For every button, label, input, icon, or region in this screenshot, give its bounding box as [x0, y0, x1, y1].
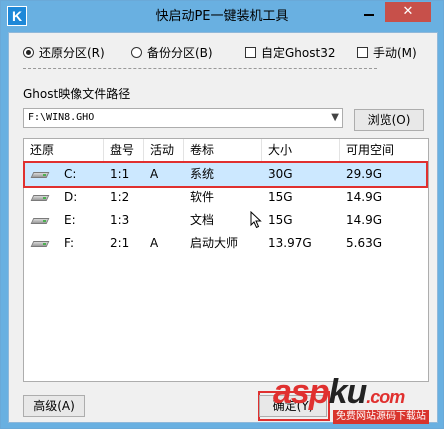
cell-free: 14.9G [346, 190, 383, 204]
main-panel: 还原分区(R) 备份分区(B) 自定Ghost32 手动(M) Ghost映像文… [8, 32, 438, 423]
cell-active: A [150, 236, 159, 250]
ghost-path-label: Ghost映像文件路径 [23, 87, 131, 101]
app-window: K 快启动PE一键装机工具 ✕ 还原分区(R) 备份分区(B) 自定Ghost3… [0, 0, 444, 429]
watermark-subtitle: 免费网站源码下载站 [333, 410, 429, 424]
cell-label: 启动大师 [190, 236, 239, 250]
checkbox-icon [245, 47, 256, 58]
cell-disk: 2:1 [110, 236, 130, 250]
ghost-path-combobox[interactable]: F:\WIN8.GHO ▼ [23, 108, 343, 128]
minimize-button[interactable] [355, 2, 383, 22]
watermark-logo: aspku.com 免费网站源码下载站 [273, 373, 441, 427]
table-row[interactable]: E: 1:3 文档 15G 14.9G [24, 209, 428, 232]
cell-free: 14.9G [346, 213, 383, 227]
table-header: 还原 盘号 活动 卷标 大小 可用空间 [24, 139, 428, 162]
manual-label: 手动(M) [373, 46, 417, 60]
partition-table: 还原 盘号 活动 卷标 大小 可用空间 C: 1:1 A 系统 30G 29.9… [23, 138, 429, 382]
drive-icon [32, 193, 48, 202]
column-header-free[interactable]: 可用空间 [340, 139, 428, 161]
cell-drive: E: [64, 213, 76, 227]
column-header-disk[interactable]: 盘号 [104, 139, 144, 161]
column-header-active[interactable]: 活动 [144, 139, 184, 161]
backup-label: 备份分区(B) [147, 46, 213, 60]
table-row[interactable]: F: 2:1 A 启动大师 13.97G 5.63G [24, 232, 428, 255]
cell-size: 15G [268, 213, 293, 227]
cell-size: 15G [268, 190, 293, 204]
column-header-label[interactable]: 卷标 [184, 139, 262, 161]
column-header-size[interactable]: 大小 [262, 139, 340, 161]
cell-label: 软件 [190, 190, 215, 204]
table-row[interactable]: C: 1:1 A 系统 30G 29.9G [24, 163, 428, 186]
table-row[interactable]: D: 1:2 软件 15G 14.9G [24, 186, 428, 209]
watermark-domain: .com [366, 387, 405, 407]
mouse-cursor-icon [250, 211, 262, 229]
drive-icon [32, 170, 48, 179]
cell-drive: F: [64, 236, 75, 250]
advanced-button[interactable]: 高级(A) [23, 395, 85, 417]
drive-icon [32, 239, 48, 248]
drive-icon [32, 216, 48, 225]
chevron-down-icon[interactable]: ▼ [331, 109, 339, 127]
column-header-restore[interactable]: 还原 [24, 139, 104, 161]
restore-label: 还原分区(R) [39, 46, 105, 60]
cell-size: 13.97G [268, 236, 312, 250]
cell-size: 30G [268, 167, 293, 181]
cell-disk: 1:1 [110, 167, 130, 181]
cell-free: 29.9G [346, 167, 383, 181]
cell-drive: C: [64, 167, 77, 181]
radio-unchecked-icon [131, 47, 142, 58]
cell-drive: D: [64, 190, 78, 204]
cell-disk: 1:3 [110, 213, 130, 227]
checkbox-icon [357, 47, 368, 58]
title-bar[interactable]: K 快启动PE一键装机工具 ✕ [1, 1, 443, 32]
minimize-icon [364, 14, 374, 16]
divider [23, 68, 377, 69]
cell-active: A [150, 167, 159, 181]
cell-free: 5.63G [346, 236, 383, 250]
watermark-main: asp [273, 373, 330, 411]
close-button[interactable]: ✕ [385, 2, 431, 22]
cell-label: 系统 [190, 167, 215, 181]
custom-ghost-label: 自定Ghost32 [261, 46, 336, 60]
watermark-accent: ku [328, 373, 368, 411]
radio-checked-icon [23, 47, 34, 58]
cell-label: 文档 [190, 213, 215, 227]
browse-button[interactable]: 浏览(O) [354, 109, 424, 131]
ghost-path-value: F:\WIN8.GHO [28, 112, 95, 123]
cell-disk: 1:2 [110, 190, 130, 204]
